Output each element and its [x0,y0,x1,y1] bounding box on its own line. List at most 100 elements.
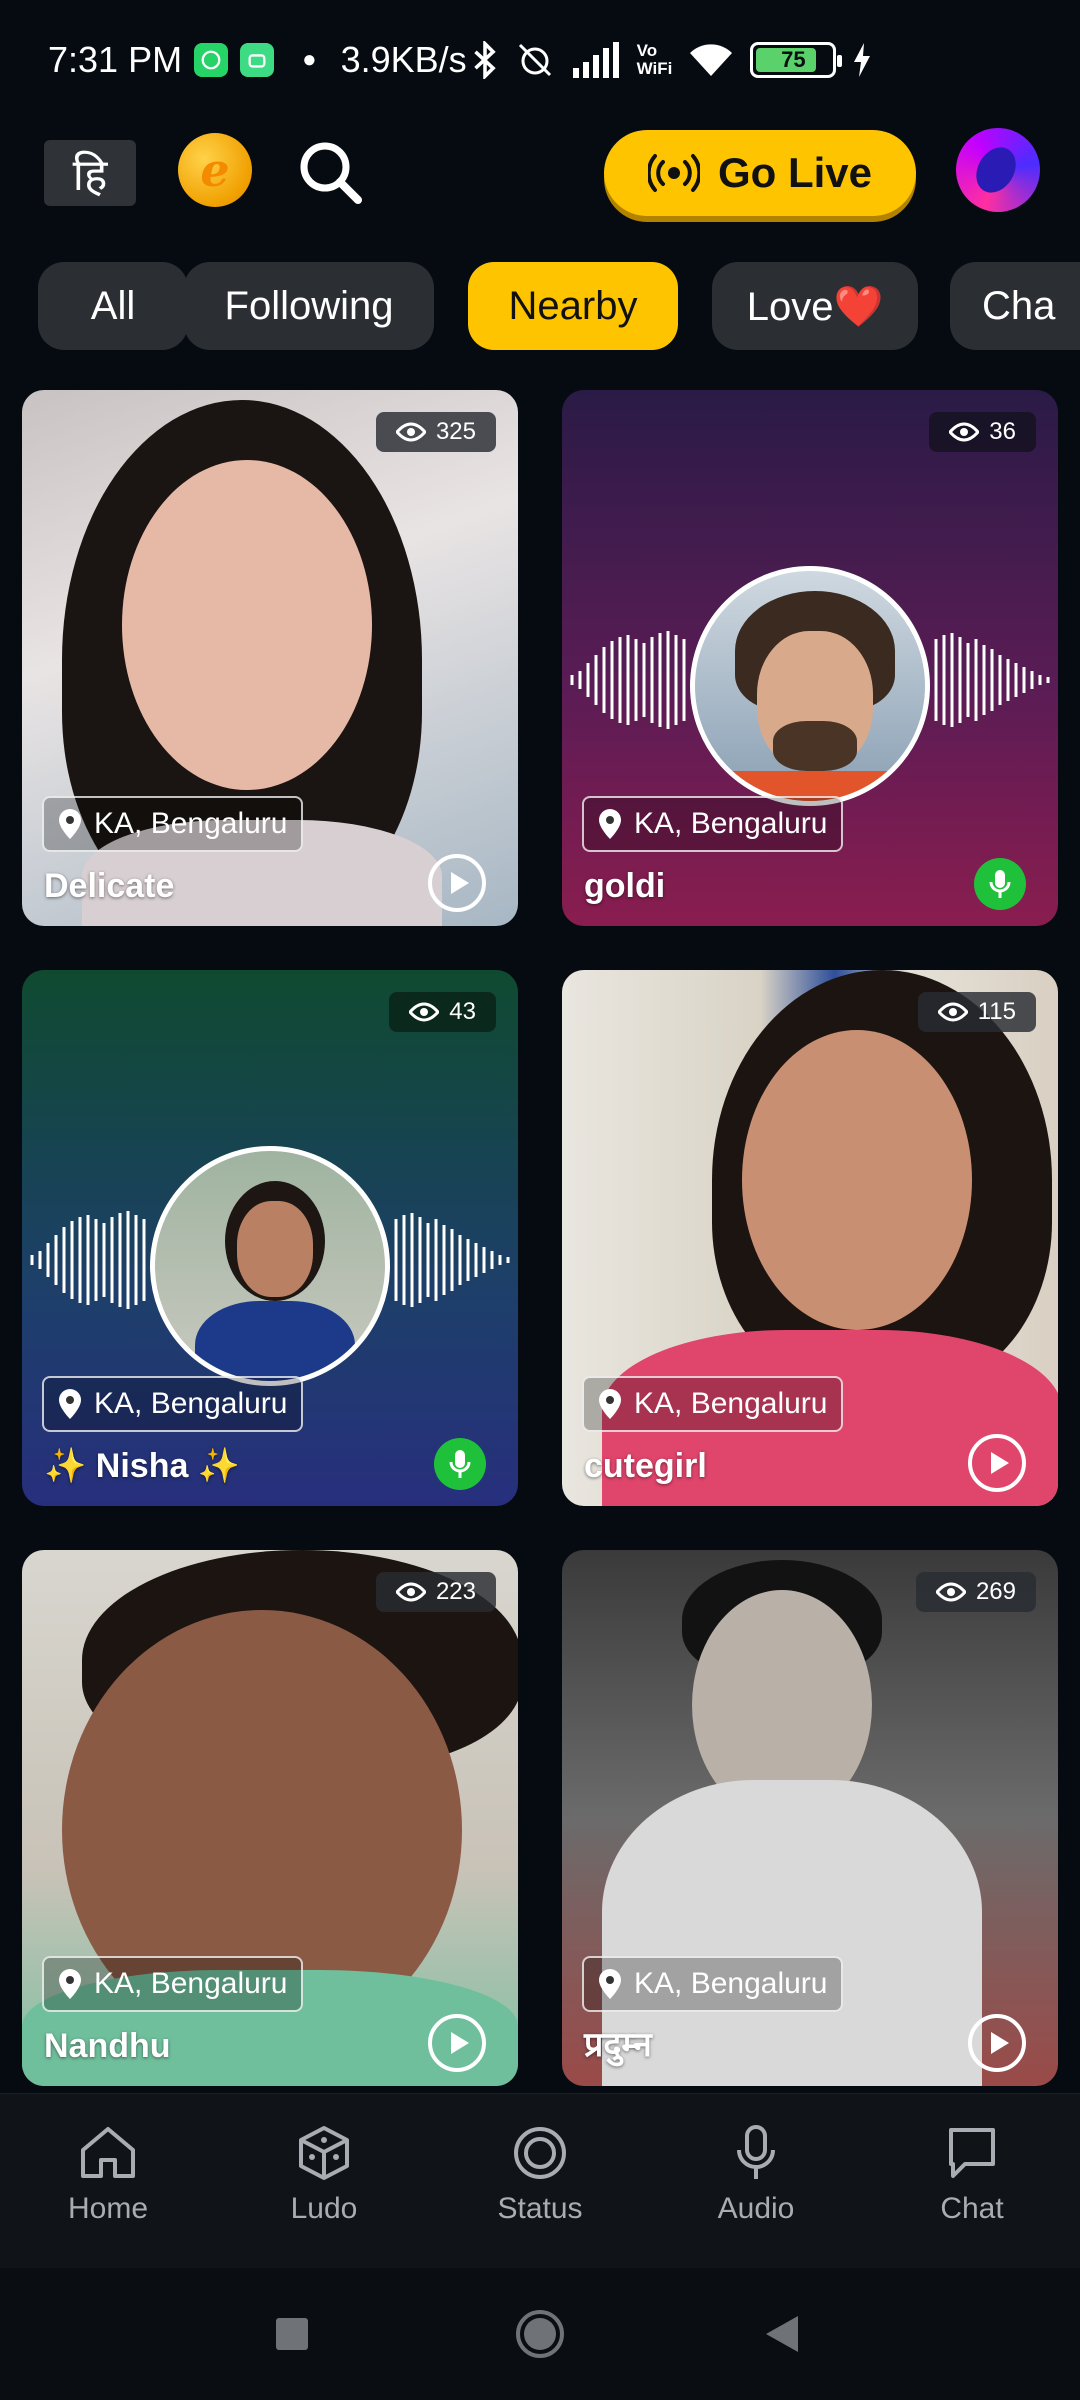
viewer-count: 325 [375,412,496,452]
live-card[interactable]: 115 KA, Bengaluru cutegirl [562,970,1058,1506]
signal-icon [572,42,619,78]
eye-icon [409,1002,440,1022]
nav-label: Home [67,2192,149,2225]
location-label: KA, Bengaluru [634,1387,828,1420]
viewer-count-value: 36 [989,418,1016,445]
play-icon[interactable] [968,2014,1026,2072]
eye-icon [395,1582,426,1602]
location-label: KA, Bengaluru [634,1967,828,2000]
chip-following[interactable]: Following [184,262,434,350]
coin-icon: e [200,143,230,197]
user-name: प्रदुम्न [584,2026,652,2064]
language-label: हि [72,150,108,201]
location-tag: KA, Bengaluru [582,1376,844,1432]
viewer-count: 223 [375,1572,496,1612]
viewer-count-value: 43 [449,998,476,1025]
location-pin-icon [59,1969,81,1999]
chip-label: Following [224,283,394,328]
nav-audio[interactable]: Audio [681,2124,831,2226]
location-tag: KA, Bengaluru [42,1376,304,1432]
mic-icon [434,1438,486,1490]
location-label: KA, Bengaluru [94,1387,288,1420]
chip-love[interactable]: Love❤️ [712,262,918,350]
user-name: ✨ Nisha ✨ [44,1447,241,1485]
notification-dot-icon: ● [302,46,317,73]
network-speed: 3.9KB/s [340,39,467,80]
nav-chat[interactable]: Chat [897,2124,1047,2226]
wifi-icon [690,44,733,76]
location-tag: KA, Bengaluru [582,1956,844,2012]
location-tag: KA, Bengaluru [582,796,844,852]
user-name: goldi [584,867,666,905]
live-card[interactable]: 36 KA, Bengaluru goldi [562,390,1058,926]
nav-label: Status [497,2192,583,2225]
broadcast-icon [647,154,700,192]
chip-label: All [90,283,136,328]
live-grid: 325 KA, Bengaluru Delicate 36 KA, Bengal… [0,390,1080,2090]
viewer-count-value: 325 [435,418,476,445]
go-live-button[interactable]: Go Live [604,130,916,216]
top-bar: हि e Go Live [0,120,1080,230]
location-pin-icon [599,809,621,839]
nav-home[interactable]: Home [33,2124,183,2226]
bluetooth-icon [473,41,496,79]
recents-icon[interactable] [274,2316,310,2352]
location-label: KA, Bengaluru [94,807,288,840]
nav-ludo[interactable]: Ludo [249,2124,399,2226]
play-icon[interactable] [428,2014,486,2072]
alarm-off-icon [518,43,551,77]
status-time: 7:31 PM [48,39,183,80]
viewer-count-value: 115 [977,998,1016,1025]
chip-chat[interactable]: Cha [950,262,1080,350]
chip-nearby[interactable]: Nearby [468,262,678,350]
chip-label: Nearby [508,283,638,328]
location-pin-icon [59,809,81,839]
play-icon[interactable] [428,854,486,912]
user-avatar [690,566,930,806]
viewer-count: 43 [389,992,496,1032]
home-circle-icon[interactable] [514,2308,566,2360]
live-card[interactable]: 269 KA, Bengaluru प्रदुम्न [562,1550,1058,2086]
chip-all[interactable]: All [38,262,188,350]
bottom-nav: Home Ludo Status Audio Chat [0,2093,1080,2268]
back-icon[interactable] [764,2314,800,2354]
user-name: cutegirl [584,1447,707,1485]
viewer-count: 269 [915,1572,1036,1612]
eye-icon [937,1002,968,1022]
viewer-count: 115 [917,992,1036,1032]
viewer-count: 36 [929,412,1036,452]
live-card[interactable]: 43 KA, Bengaluru ✨ Nisha ✨ [22,970,518,1506]
location-pin-icon [59,1389,81,1419]
mic-icon [974,858,1026,910]
eye-icon [949,422,980,442]
location-label: KA, Bengaluru [94,1967,288,2000]
system-nav-bar [0,2268,1080,2400]
profile-avatar[interactable] [956,128,1040,212]
charging-icon [854,43,871,77]
language-button[interactable]: हि [44,140,136,206]
status-icon [514,2127,566,2179]
home-icon [81,2127,135,2178]
nav-label: Audio [717,2192,795,2225]
search-button[interactable] [294,136,366,208]
live-card[interactable]: 223 KA, Bengaluru Nandhu [22,1550,518,2086]
user-avatar [150,1146,390,1386]
go-live-label: Go Live [717,149,873,196]
live-card[interactable]: 325 KA, Bengaluru Delicate [22,390,518,926]
nav-status[interactable]: Status [465,2124,615,2226]
play-icon[interactable] [968,1434,1026,1492]
location-pin-icon [599,1389,621,1419]
eye-icon [935,1582,966,1602]
battery-indicator: 75 [750,42,843,78]
filter-chips: All Following Nearby Love❤️ Cha [0,262,1080,354]
dice-icon [299,2126,349,2180]
android-app-icon [240,43,275,77]
location-label: KA, Bengaluru [634,807,828,840]
location-tag: KA, Bengaluru [42,1956,304,2012]
nav-label: Ludo [290,2192,358,2225]
nav-label: Chat [940,2192,1004,2225]
search-icon [300,142,362,204]
coin-button[interactable]: e [178,133,252,207]
chip-label: Cha [982,283,1056,328]
user-name: Delicate [44,867,175,905]
